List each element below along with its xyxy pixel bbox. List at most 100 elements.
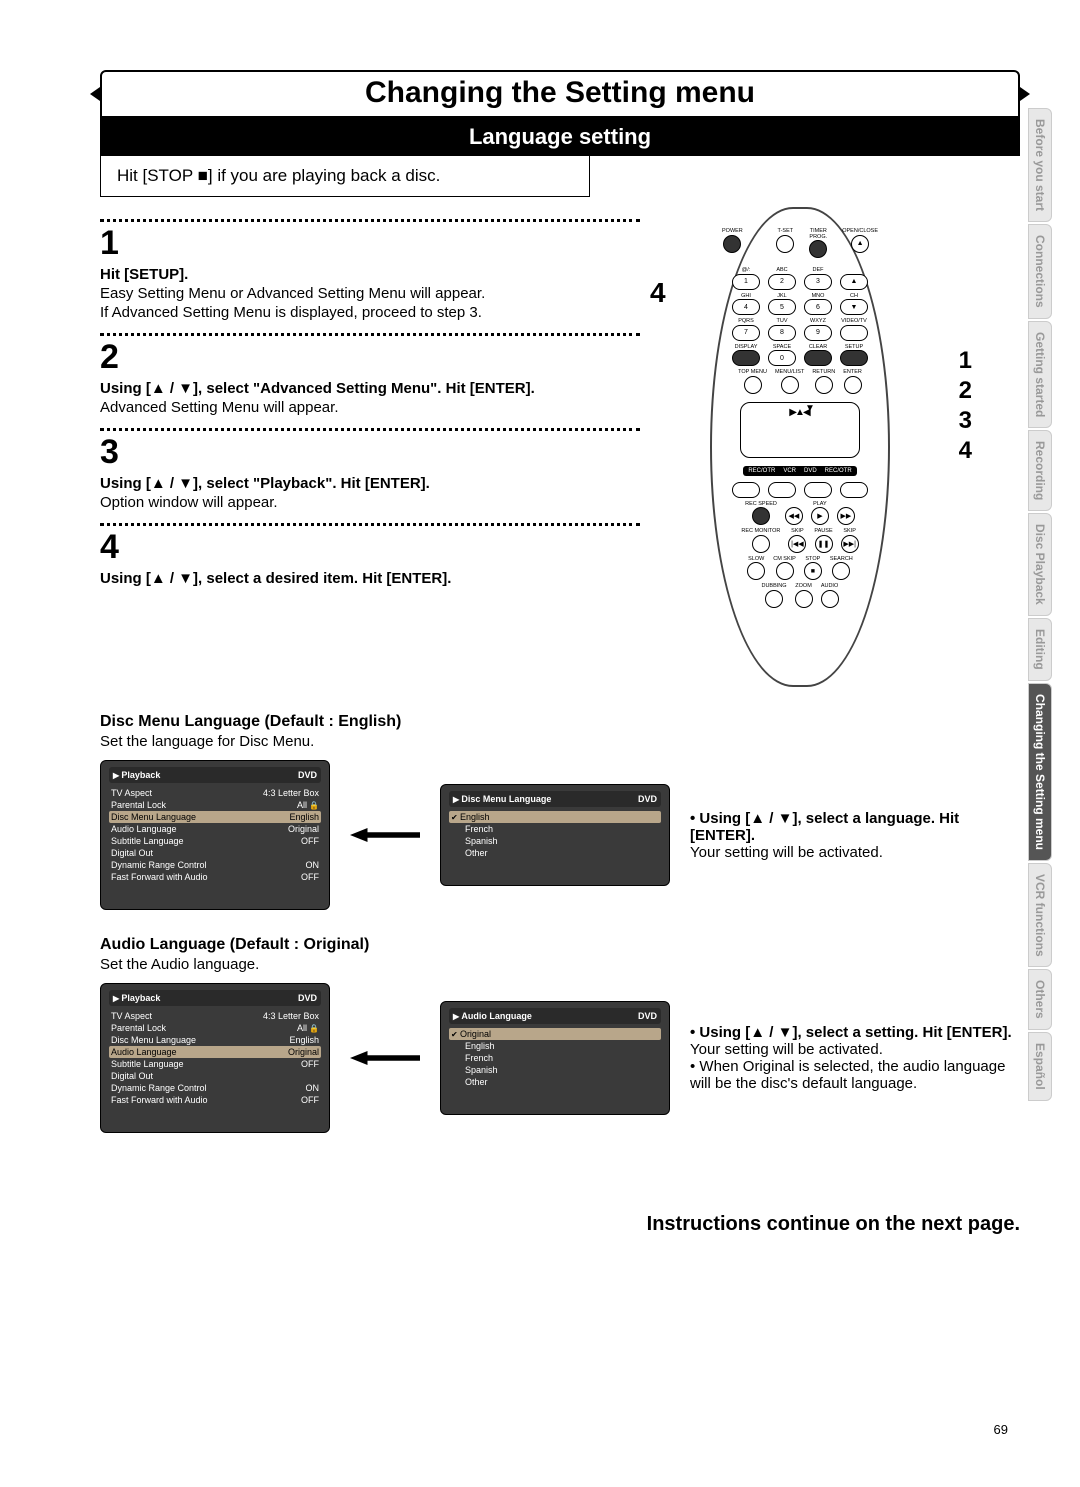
page-subtitle: Language setting — [100, 118, 1020, 156]
btn-zoom[interactable] — [795, 590, 813, 608]
step-3-title: Using [▲ / ▼], select "Playback". Hit [E… — [100, 475, 640, 492]
btn-mode4[interactable] — [840, 482, 868, 498]
side-num-4: 4 — [959, 437, 972, 465]
tab-editing[interactable]: Editing — [1028, 618, 1052, 681]
page-title: Changing the Setting menu — [100, 70, 1020, 118]
arrow-left-icon — [350, 828, 420, 842]
screen-title: Disc Menu Language — [453, 794, 551, 804]
btn-pause[interactable]: ❚❚ — [815, 535, 833, 553]
step-3-number: 3 — [100, 435, 640, 469]
btn-setup[interactable] — [840, 350, 868, 366]
btn-rew[interactable]: ◀◀ — [785, 507, 803, 525]
screen-tag: DVD — [298, 770, 317, 780]
page-number: 69 — [994, 1422, 1008, 1437]
btn-play[interactable]: ▶ — [811, 507, 829, 525]
continue-note: Instructions continue on the next page. — [100, 1213, 1020, 1236]
remote-side-numbers: 1 2 3 4 — [959, 347, 972, 465]
side-num-1: 1 — [959, 347, 972, 375]
screen-title: Audio Language — [453, 1011, 532, 1021]
btn-ch-dn[interactable]: ▼ — [840, 299, 868, 315]
tab-vcr-functions[interactable]: VCR functions — [1028, 863, 1052, 968]
screen-title: Playback — [113, 993, 160, 1003]
tab-getting-started[interactable]: Getting started — [1028, 321, 1052, 428]
screen-tag: DVD — [638, 1011, 657, 1021]
btn-slow[interactable] — [747, 562, 765, 580]
btn-5[interactable]: 5 — [768, 299, 796, 315]
btn-2[interactable]: 2 — [768, 274, 796, 290]
audio-note-body: Your setting will be activated. — [690, 1041, 1020, 1058]
btn-recspeed[interactable] — [752, 507, 770, 525]
hit-stop-note: Hit [STOP ■] if you are playing back a d… — [100, 156, 590, 197]
disc-menu-screen-playback: PlaybackDVD TV Aspect4:3 Letter Box Pare… — [100, 760, 330, 910]
btn-videotv[interactable] — [840, 325, 868, 341]
btn-display[interactable] — [732, 350, 760, 366]
btn-9[interactable]: 9 — [804, 325, 832, 341]
btn-mode3[interactable] — [804, 482, 832, 498]
btn-skipb[interactable]: |◀◀ — [788, 535, 806, 553]
lbl-tset: T-SET — [778, 229, 794, 235]
step-1-body1: Easy Setting Menu or Advanced Setting Me… — [100, 285, 640, 302]
side-num-2: 2 — [959, 377, 972, 405]
timer-prog-button[interactable] — [809, 240, 827, 258]
btn-topmenu[interactable] — [744, 376, 762, 394]
audio-note-extra: • When Original is selected, the audio l… — [690, 1058, 1020, 1092]
arrow-left-icon — [350, 1051, 420, 1065]
tab-recording[interactable]: Recording — [1028, 430, 1052, 511]
btn-0[interactable]: 0 — [768, 350, 796, 366]
step-4-number: 4 — [100, 530, 640, 564]
btn-audio[interactable] — [821, 590, 839, 608]
tab-disc-playback[interactable]: Disc Playback — [1028, 513, 1052, 616]
btn-mode2[interactable] — [768, 482, 796, 498]
btn-stop[interactable]: ■ — [804, 562, 822, 580]
side-num-3: 3 — [959, 407, 972, 435]
btn-clear[interactable] — [804, 350, 832, 366]
step-3-body: Option window will appear. — [100, 494, 640, 511]
tab-changing-setting-menu[interactable]: Changing the Setting menu — [1028, 683, 1052, 861]
btn-3[interactable]: 3 — [804, 274, 832, 290]
audio-lang-sub: Set the Audio language. — [100, 956, 1020, 973]
tab-connections[interactable]: Connections — [1028, 224, 1052, 319]
btn-search[interactable] — [832, 562, 850, 580]
screen-title: Playback — [113, 770, 160, 780]
btn-return[interactable] — [815, 376, 833, 394]
tset-button[interactable] — [776, 235, 794, 253]
audio-note-title: • Using [▲ / ▼], select a setting. Hit [… — [690, 1024, 1020, 1041]
btn-4[interactable]: 4 — [732, 299, 760, 315]
audio-lang-heading: Audio Language (Default : Original) — [100, 936, 1020, 954]
open-close-button[interactable]: ▲ — [851, 235, 869, 253]
remote-illustration: POWER T-SET TIMER PROG. OPEN/CLOSE ▲ — [710, 207, 890, 687]
step-1-number: 1 — [100, 226, 640, 260]
btn-ff[interactable]: ▶▶ — [837, 507, 855, 525]
disc-note-title: • Using [▲ / ▼], select a language. Hit … — [690, 810, 1020, 844]
btn-1[interactable]: 1 — [732, 274, 760, 290]
screen-tag: DVD — [638, 794, 657, 804]
btn-8[interactable]: 8 — [768, 325, 796, 341]
remote-callout-4: 4 — [650, 277, 666, 309]
btn-ch-up[interactable]: ▲ — [840, 274, 868, 290]
lbl-timerprog: TIMER PROG. — [802, 229, 834, 240]
disc-menu-screen-lang: Disc Menu LanguageDVD English French Spa… — [440, 784, 670, 886]
btn-6[interactable]: 6 — [804, 299, 832, 315]
btn-7[interactable]: 7 — [732, 325, 760, 341]
btn-mode1[interactable] — [732, 482, 760, 498]
btn-recmon[interactable] — [752, 535, 770, 553]
btn-enter[interactable] — [844, 376, 862, 394]
step-4-title: Using [▲ / ▼], select a desired item. Hi… — [100, 570, 640, 587]
step-2-body: Advanced Setting Menu will appear. — [100, 399, 640, 416]
tab-before-you-start[interactable]: Before you start — [1028, 108, 1052, 222]
dpad[interactable]: ▲ ▼ ◀ ▶ — [740, 402, 860, 458]
step-2-number: 2 — [100, 340, 640, 374]
tab-espanol[interactable]: Español — [1028, 1032, 1052, 1101]
arrow-right-icon: ▶ — [789, 407, 797, 418]
step-2-title: Using [▲ / ▼], select "Advanced Setting … — [100, 380, 640, 397]
step-1-title: Hit [SETUP]. — [100, 266, 640, 283]
btn-menulist[interactable] — [781, 376, 799, 394]
btn-dubbing[interactable] — [765, 590, 783, 608]
side-tabs: Before you start Connections Getting sta… — [1028, 108, 1052, 1103]
audio-screen-playback: PlaybackDVD TV Aspect4:3 Letter Box Pare… — [100, 983, 330, 1133]
screen-tag: DVD — [298, 993, 317, 1003]
btn-cmskip[interactable] — [776, 562, 794, 580]
tab-others[interactable]: Others — [1028, 969, 1052, 1030]
btn-skipf[interactable]: ▶▶| — [841, 535, 859, 553]
power-button[interactable] — [723, 235, 741, 253]
